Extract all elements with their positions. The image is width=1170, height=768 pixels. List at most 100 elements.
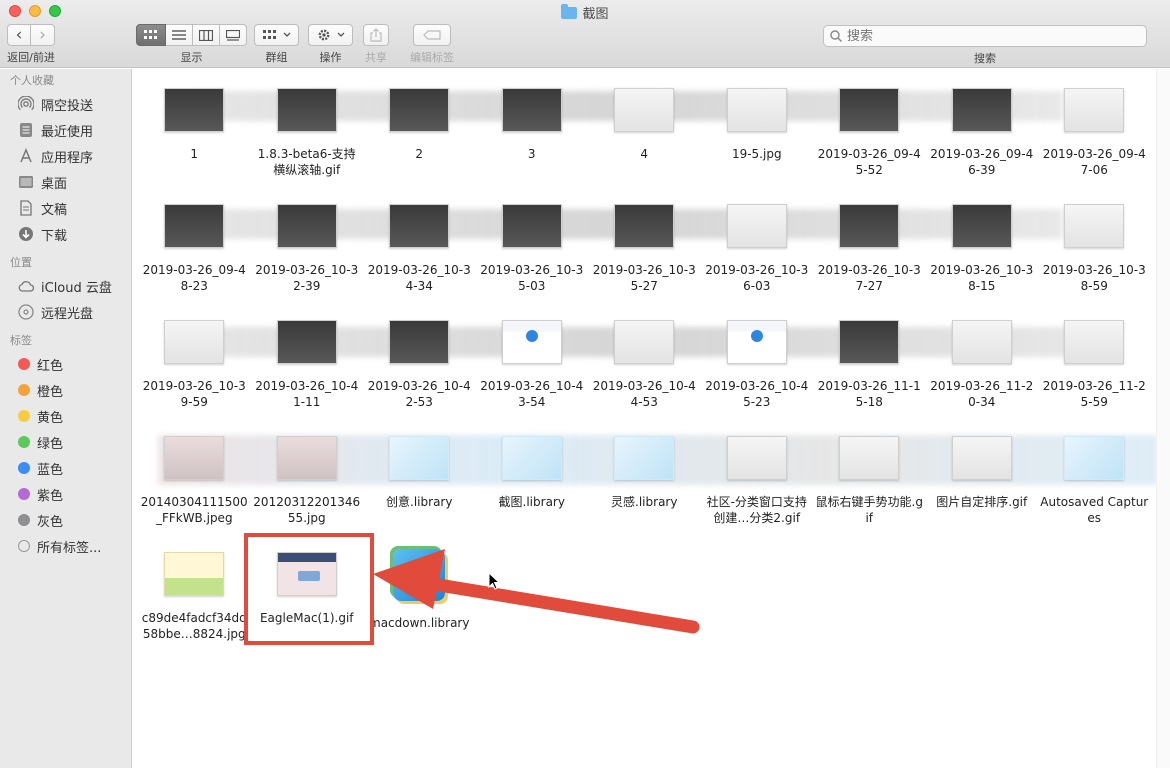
file-thumbnail	[276, 88, 337, 132]
sidebar-item-label: 黄色	[37, 410, 64, 426]
file-item[interactable]: 社区-分类窗口支持创建…分类2.gif	[701, 431, 814, 547]
search-field[interactable]	[823, 25, 1147, 47]
file-item[interactable]: 3	[476, 83, 589, 199]
file-item[interactable]: 2019-03-26_10-35-27	[588, 199, 701, 315]
sidebar-item-applications[interactable]: 应用程序	[0, 143, 131, 169]
recents-icon	[18, 122, 34, 138]
search-input[interactable]	[847, 28, 1127, 44]
file-item[interactable]: 2019-03-26_10-38-59	[1038, 199, 1151, 315]
group-grid-icon	[262, 30, 276, 39]
file-item[interactable]: 2019-03-26_10-44-53	[588, 315, 701, 431]
file-item[interactable]: 4	[588, 83, 701, 199]
file-item[interactable]: 2019-03-26_09-48-23	[138, 199, 251, 315]
file-item[interactable]: 2019-03-26_11-15-18	[813, 315, 926, 431]
gear-icon	[318, 29, 329, 41]
file-item[interactable]: 2019-03-26_11-25-59	[1038, 315, 1151, 431]
sidebar-item-tag[interactable]: 橙色	[0, 377, 131, 403]
file-thumbnail	[389, 204, 450, 248]
file-name: Autosaved Captures	[1040, 495, 1149, 525]
sidebar-item-remote-disc[interactable]: 远程光盘	[0, 299, 131, 325]
sidebar-item-tag[interactable]: 灰色	[0, 507, 131, 533]
file-name: 创意.library	[386, 495, 453, 509]
file-item[interactable]: 图片自定排序.gif	[926, 431, 1039, 547]
file-thumbnail	[276, 320, 337, 364]
icon-view-button[interactable]	[136, 24, 166, 46]
file-item[interactable]: 2019-03-26_10-41-11	[251, 315, 364, 431]
file-item[interactable]: macdown.library	[363, 547, 476, 663]
file-item[interactable]: 灵感.library	[588, 431, 701, 547]
file-thumbnail	[614, 320, 675, 364]
mouse-cursor-icon	[488, 572, 501, 590]
share-button[interactable]	[363, 24, 389, 46]
file-item[interactable]: 2019-03-26_11-20-34	[926, 315, 1039, 431]
view-label: 显示	[180, 51, 203, 64]
forward-button[interactable]: ›	[31, 24, 55, 46]
file-thumbnail	[389, 436, 450, 480]
file-item[interactable]: 2019-03-26_10-42-53	[363, 315, 476, 431]
sidebar-item-airdrop[interactable]: 隔空投送	[0, 91, 131, 117]
sidebar-item-tag[interactable]: 所有标签...	[0, 533, 131, 559]
sidebar-item-label: 紫色	[37, 488, 64, 504]
file-item[interactable]: 2019-03-26_10-43-54	[476, 315, 589, 431]
sidebar-item-desktop[interactable]: 桌面	[0, 169, 131, 195]
file-item[interactable]: 2019-03-26_10-36-03	[701, 199, 814, 315]
file-item[interactable]: 2019-03-26_10-37-27	[813, 199, 926, 315]
file-item[interactable]: 鼠标右键手势功能.gif	[813, 431, 926, 547]
file-thumbnail	[164, 88, 225, 132]
sidebar-item-recents[interactable]: 最近使用	[0, 117, 131, 143]
file-item[interactable]: 2	[363, 83, 476, 199]
file-item[interactable]: 2019-03-26_10-32-39	[251, 199, 364, 315]
sidebar-item-tag[interactable]: 黄色	[0, 403, 131, 429]
sidebar-item-tag[interactable]: 红色	[0, 351, 131, 377]
tag-color-dot-icon	[18, 410, 30, 422]
file-item[interactable]: 截图.library	[476, 431, 589, 547]
file-item[interactable]: 2019-03-26_09-46-39	[926, 83, 1039, 199]
group-by-button[interactable]	[254, 24, 299, 46]
file-thumbnail	[726, 320, 787, 364]
file-thumbnail	[501, 88, 562, 132]
file-name: 2019-03-26_10-37-27	[817, 263, 921, 293]
sidebar-item-downloads[interactable]: 下载	[0, 221, 131, 247]
tag-color-dot-icon	[18, 514, 30, 526]
action-button[interactable]	[308, 24, 353, 46]
column-view-button[interactable]	[193, 24, 220, 46]
file-item[interactable]: 2019-03-26_09-45-52	[813, 83, 926, 199]
tag-color-dot-icon	[18, 384, 30, 396]
list-view-button[interactable]	[166, 24, 193, 46]
file-name: 2019-03-26_10-42-53	[367, 379, 471, 409]
file-item[interactable]: 创意.library	[363, 431, 476, 547]
edit-tags-button[interactable]	[413, 24, 451, 46]
file-item[interactable]: 2019-03-26_10-38-15	[926, 199, 1039, 315]
share-icon	[370, 28, 382, 42]
file-item[interactable]: 2019-03-26_10-39-59	[138, 315, 251, 431]
desktop-icon	[18, 174, 34, 190]
file-name: 社区-分类窗口支持创建…分类2.gif	[706, 495, 807, 525]
file-item[interactable]: 19-5.jpg	[701, 83, 814, 199]
file-name: 2019-03-26_11-25-59	[1042, 379, 1146, 409]
sidebar-item-tag[interactable]: 蓝色	[0, 455, 131, 481]
file-item[interactable]: 2019-03-26_10-35-03	[476, 199, 589, 315]
icloud-icon	[18, 278, 34, 294]
file-item[interactable]: 1	[138, 83, 251, 199]
scrollbar[interactable]	[1156, 69, 1170, 768]
sidebar-item-icloud[interactable]: iCloud 云盘	[0, 273, 131, 299]
file-item[interactable]: Autosaved Captures	[1038, 431, 1151, 547]
file-thumbnail	[726, 436, 787, 480]
file-item[interactable]: 1.8.3-beta6-支持横纵滚轴.gif	[251, 83, 364, 199]
back-button[interactable]: ‹	[7, 24, 31, 46]
file-item[interactable]: 20140304111500_FFkWB.jpeg	[138, 431, 251, 547]
file-item[interactable]: 2019-03-26_10-45-23	[701, 315, 814, 431]
file-thumbnail	[951, 436, 1012, 480]
file-item[interactable]: 2012031220134655.jpg	[251, 431, 364, 547]
file-name: 2019-03-26_10-32-39	[255, 263, 359, 293]
sidebar-item-documents[interactable]: 文稿	[0, 195, 131, 221]
view-mode-group: 显示	[136, 24, 247, 65]
file-item[interactable]: c89de4fadcf34dd58bbe…8824.jpg	[138, 547, 251, 663]
sidebar-item-tag[interactable]: 绿色	[0, 429, 131, 455]
sidebar-item-tag[interactable]: 紫色	[0, 481, 131, 507]
file-item[interactable]: 2019-03-26_09-47-06	[1038, 83, 1151, 199]
gallery-view-button[interactable]	[220, 24, 247, 46]
file-thumbnail	[501, 320, 562, 364]
sidebar-item-label: 隔空投送	[41, 98, 94, 114]
file-item[interactable]: 2019-03-26_10-34-34	[363, 199, 476, 315]
